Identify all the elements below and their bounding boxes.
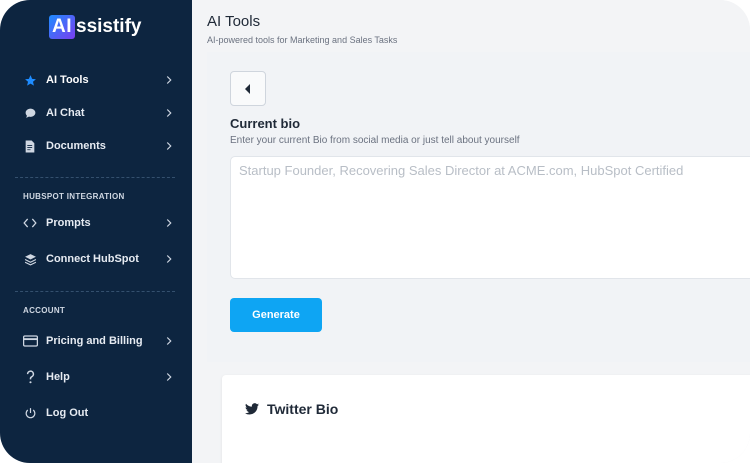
sidebar-item-help[interactable]: Help [22,366,178,388]
sidebar-item-label: Connect HubSpot [46,253,139,265]
sidebar-item-pricing-billing[interactable]: Pricing and Billing [22,330,178,352]
chevron-right-icon [166,142,172,150]
sidebar-item-label: Prompts [46,217,91,229]
chevron-right-icon [166,373,172,381]
chevron-right-icon [166,255,172,263]
sidebar-item-label: Documents [46,140,106,152]
caret-left-icon [245,83,250,94]
sidebar-item-label: Help [46,371,70,383]
sidebar-item-prompts[interactable]: Prompts [22,212,178,234]
question-icon [22,369,38,385]
sidebar-item-ai-chat[interactable]: AI Chat [22,102,178,124]
app-frame: AI ssistify AI Tools AI Chat Documents H… [0,0,750,463]
chevron-right-icon [166,76,172,84]
generate-button[interactable]: Generate [230,298,322,332]
page-title: AI Tools [207,13,261,30]
card-header: Twitter Bio [245,401,338,417]
back-button[interactable] [230,71,266,106]
user-email-redacted [23,428,133,438]
sidebar-item-ai-tools[interactable]: AI Tools [22,69,178,91]
sidebar-divider [15,177,175,178]
logo-mark: AI [49,15,75,39]
star-icon [22,72,38,88]
document-icon [22,138,38,154]
sidebar-item-label: AI Tools [46,74,89,86]
logo-text: ssistify [76,16,142,37]
sidebar-item-log-out[interactable]: Log Out [22,402,178,424]
main-content: AI Tools AI-powered tools for Marketing … [192,0,750,463]
sidebar-item-label: Log Out [46,407,89,419]
twitter-icon [245,403,259,415]
sidebar-divider [15,291,175,292]
sidebar-item-connect-hubspot[interactable]: Connect HubSpot [22,248,178,270]
sidebar-item-documents[interactable]: Documents [22,135,178,157]
layers-icon [22,251,38,267]
chevron-right-icon [166,337,172,345]
section-label-account: ACCOUNT [23,306,66,315]
field-description: Enter your current Bio from social media… [230,135,520,146]
brand-logo[interactable]: AI ssistify [49,14,141,40]
chevron-right-icon [166,219,172,227]
field-title: Current bio [230,116,301,131]
card-title: Twitter Bio [267,401,339,417]
chat-bubble-icon [22,105,38,121]
credit-card-icon [22,333,38,349]
twitter-bio-card: Twitter Bio [222,375,750,463]
section-label-hubspot: HUBSPOT INTEGRATION [23,192,125,201]
sidebar-item-label: AI Chat [46,107,85,119]
page-subtitle: AI-powered tools for Marketing and Sales… [207,35,398,45]
chevron-right-icon [166,109,172,117]
sidebar-item-label: Pricing and Billing [46,335,143,347]
power-icon [22,405,38,421]
sidebar: AI ssistify AI Tools AI Chat Documents H… [0,0,192,463]
current-bio-input[interactable] [230,156,750,279]
code-brackets-icon [22,215,38,231]
